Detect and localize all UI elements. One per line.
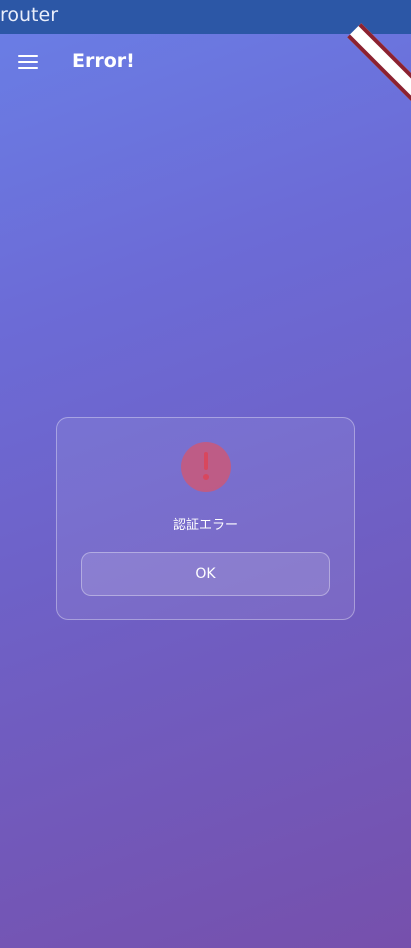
dialog-message: 認証エラー [172,518,238,533]
hamburger-menu-icon[interactable] [18,55,38,71]
app-screen: router Error! 認証エラー OK [0,0,411,948]
window-titlebar: router [0,0,411,34]
error-dialog: 認証エラー OK [56,417,355,620]
alert-exclamation-icon [181,442,231,492]
app-bar: Error! [0,34,411,92]
page-title: Error! [72,50,135,72]
window-title: router [0,4,59,26]
ok-button[interactable]: OK [81,552,330,596]
